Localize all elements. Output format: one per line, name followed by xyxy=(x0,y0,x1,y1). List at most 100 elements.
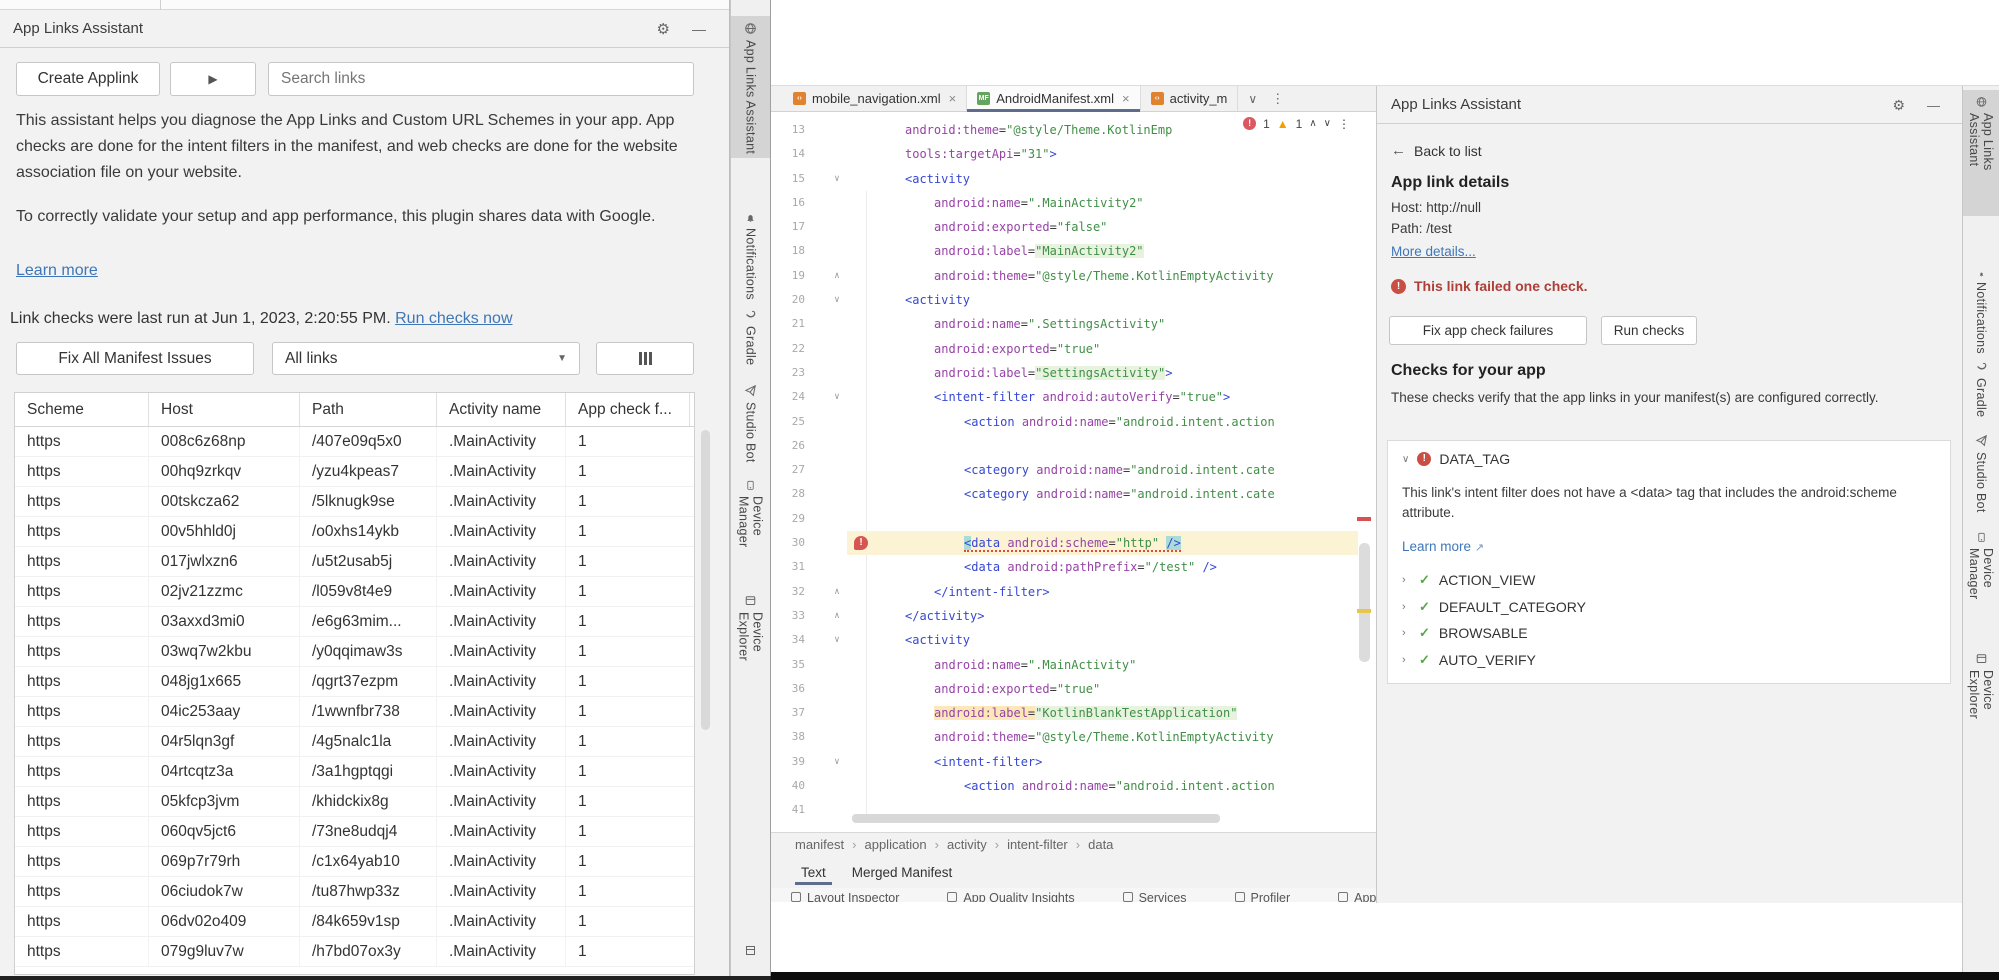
column-header[interactable]: Activity name xyxy=(437,393,566,426)
fold-marker-icon[interactable]: ∨ xyxy=(829,750,845,774)
column-settings-button[interactable] xyxy=(596,342,694,375)
right-panel-titlebar[interactable]: App Links Assistant ⚙ — xyxy=(1377,86,1962,124)
line-number[interactable]: 37 xyxy=(771,701,805,725)
line-number[interactable]: 25 xyxy=(771,410,805,434)
tool-window-button[interactable]: Layout Inspector xyxy=(791,888,899,902)
line-number[interactable]: 39 xyxy=(771,750,805,774)
chevron-right-icon[interactable]: › xyxy=(1402,654,1410,666)
links-table[interactable]: SchemeHostPathActivity nameApp check f..… xyxy=(14,392,695,975)
chevron-right-icon[interactable]: › xyxy=(1402,574,1410,586)
table-row[interactable]: https00hq9zrkqv/yzu4kpeas7.MainActivity1 xyxy=(15,457,694,487)
sidebar-item-studio-bot[interactable]: Studio Bot xyxy=(1963,428,1999,524)
sidebar-item-device-explorer[interactable]: Device Explorer xyxy=(1963,646,1999,762)
run-checks-now-link[interactable]: Run checks now xyxy=(395,310,512,327)
run-checks-button[interactable]: Run checks xyxy=(1601,316,1697,345)
line-number[interactable]: 17 xyxy=(771,215,805,239)
sidebar-item-device-manager[interactable]: Device Manager xyxy=(1963,526,1999,627)
sidebar-item-app-links-assistant[interactable]: App Links Assistant xyxy=(1963,90,1999,216)
tool-window-button[interactable]: App Quality Insights xyxy=(947,888,1074,902)
line-number[interactable]: 23 xyxy=(771,361,805,385)
tool-window-button[interactable]: Profiler xyxy=(1235,888,1291,902)
table-row[interactable]: https06dv02o409/84k659v1sp.MainActivity1 xyxy=(15,907,694,937)
left-window-titlebar[interactable]: App Links Assistant ⚙ — xyxy=(0,10,730,48)
minimize-icon[interactable]: — xyxy=(692,21,706,37)
sidebar-item-notifications[interactable]: Notifications xyxy=(1963,266,1999,354)
chevron-down-icon[interactable]: ∨ xyxy=(1248,92,1257,106)
line-number[interactable]: 31 xyxy=(771,555,805,579)
line-number[interactable]: 41 xyxy=(771,798,805,822)
back-to-list-link[interactable]: ← Back to list xyxy=(1391,142,1482,159)
error-quickfix-icon[interactable]: ! xyxy=(854,536,868,550)
line-number[interactable]: 24 xyxy=(771,385,805,409)
fold-marker-icon[interactable]: ∧ xyxy=(829,580,845,604)
line-number[interactable]: 14 xyxy=(771,142,805,166)
search-input[interactable] xyxy=(268,62,694,96)
editor-tab[interactable]: MFAndroidManifest.xml× xyxy=(967,86,1140,111)
warning-stripe-mark[interactable] xyxy=(1357,609,1371,613)
links-filter-dropdown[interactable]: All links ▼ xyxy=(272,342,580,375)
gear-icon[interactable]: ⚙ xyxy=(657,20,670,38)
table-row[interactable]: https06ciudok7w/tu87hwp33z.MainActivity1 xyxy=(15,877,694,907)
close-icon[interactable]: × xyxy=(1122,91,1130,106)
table-row[interactable]: https04r5lqn3gf/4g5nalc1la.MainActivity1 xyxy=(15,727,694,757)
editor-horizontal-scrollbar[interactable] xyxy=(852,814,1220,823)
fold-marker-icon[interactable]: ∧ xyxy=(829,604,845,628)
close-icon[interactable]: × xyxy=(949,91,957,106)
table-row[interactable]: https03axxd3mi0/e6g63mim....MainActivity… xyxy=(15,607,694,637)
sidebar-item-bottom-tool[interactable] xyxy=(731,938,770,964)
line-number[interactable]: 32 xyxy=(771,580,805,604)
line-number[interactable]: 33 xyxy=(771,604,805,628)
fix-app-check-failures-button[interactable]: Fix app check failures xyxy=(1389,316,1587,345)
line-number[interactable]: 36 xyxy=(771,677,805,701)
create-applink-button[interactable]: Create Applink xyxy=(16,62,160,96)
line-number[interactable]: 19 xyxy=(771,264,805,288)
manifest-view-tab[interactable]: Merged Manifest xyxy=(852,856,953,888)
learn-more-link[interactable]: Learn more xyxy=(16,262,98,279)
passed-check-row[interactable]: ›✓ACTION_VIEW xyxy=(1402,567,1586,594)
line-number[interactable]: 15 xyxy=(771,167,805,191)
passed-check-row[interactable]: ›✓AUTO_VERIFY xyxy=(1402,647,1586,674)
line-number[interactable]: 21 xyxy=(771,312,805,336)
code-editor[interactable]: 13android:theme="@style/Theme.KotlinEmp1… xyxy=(771,112,1376,824)
fold-marker-icon[interactable]: ∧ xyxy=(829,264,845,288)
breadcrumb-item[interactable]: intent-filter xyxy=(1007,837,1068,852)
line-number[interactable]: 13 xyxy=(771,118,805,142)
table-row[interactable]: https069p7r79rh/c1x64yab10.MainActivity1 xyxy=(15,847,694,877)
fold-marker-icon[interactable]: ∨ xyxy=(829,167,845,191)
line-number[interactable]: 22 xyxy=(771,337,805,361)
table-row[interactable]: https008c6z68np/407e09q5x0.MainActivity1 xyxy=(15,427,694,457)
run-play-button[interactable]: ▶ xyxy=(170,62,256,96)
line-number[interactable]: 20 xyxy=(771,288,805,312)
line-number[interactable]: 40 xyxy=(771,774,805,798)
line-number[interactable]: 18 xyxy=(771,239,805,263)
sidebar-item-device-manager[interactable]: Device Manager xyxy=(731,474,770,574)
fold-marker-icon[interactable]: ∨ xyxy=(829,288,845,312)
sidebar-item-gradle[interactable]: Gradle xyxy=(1963,354,1999,424)
more-details-link[interactable]: More details... xyxy=(1391,244,1476,259)
fix-all-manifest-issues-button[interactable]: Fix All Manifest Issues xyxy=(16,342,254,375)
more-options-icon[interactable]: ⋮ xyxy=(1338,117,1350,131)
sidebar-item-device-explorer[interactable]: Device Explorer xyxy=(731,588,770,704)
breadcrumb-item[interactable]: data xyxy=(1088,837,1113,852)
error-stripe-mark[interactable] xyxy=(1357,517,1371,521)
table-row[interactable]: https00tskcza62/5lknugk9se.MainActivity1 xyxy=(15,487,694,517)
fold-marker-icon[interactable]: ∨ xyxy=(829,385,845,409)
line-number[interactable]: 16 xyxy=(771,191,805,215)
breadcrumb[interactable]: manifest›application›activity›intent-fil… xyxy=(771,832,1376,856)
line-number[interactable]: 30 xyxy=(771,531,805,555)
table-row[interactable]: https048jg1x665/qgrt37ezpm.MainActivity1 xyxy=(15,667,694,697)
line-number[interactable]: 28 xyxy=(771,482,805,506)
column-header[interactable]: Host xyxy=(149,393,300,426)
breadcrumb-item[interactable]: activity xyxy=(947,837,987,852)
column-header[interactable]: Path xyxy=(300,393,437,426)
learn-more-link[interactable]: Learn more xyxy=(1402,539,1471,554)
data-tag-check-row[interactable]: ∨ ! DATA_TAG xyxy=(1402,451,1510,467)
table-row[interactable]: https05kfcp3jvm/khidckix8g.MainActivity1 xyxy=(15,787,694,817)
breadcrumb-item[interactable]: application xyxy=(864,837,926,852)
line-number[interactable]: 27 xyxy=(771,458,805,482)
table-scrollbar[interactable] xyxy=(699,392,713,975)
sidebar-item-app-links-assistant[interactable]: App Links Assistant xyxy=(731,16,770,158)
passed-check-row[interactable]: ›✓BROWSABLE xyxy=(1402,620,1586,647)
gear-icon[interactable]: ⚙ xyxy=(1892,97,1905,114)
chevron-right-icon[interactable]: › xyxy=(1402,627,1410,639)
